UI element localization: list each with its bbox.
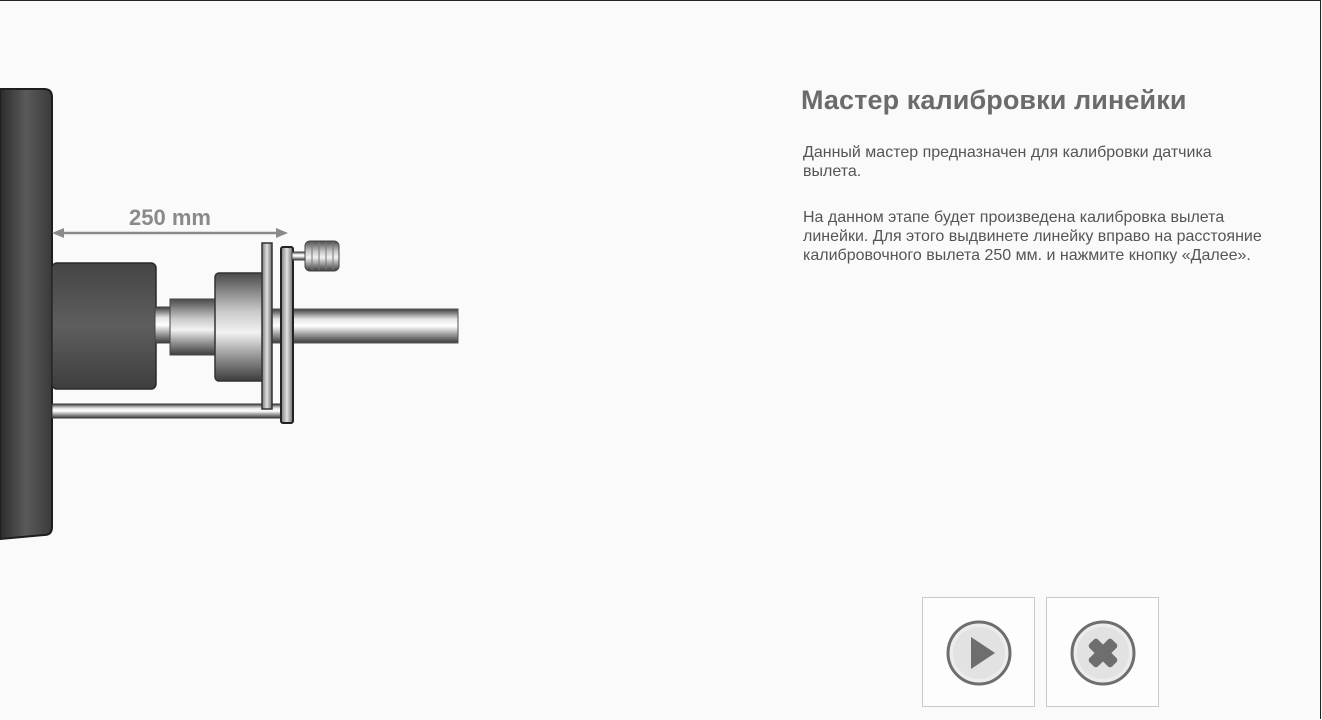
motor-block: [51, 262, 157, 390]
knob-stem: [291, 251, 307, 261]
play-icon: [946, 620, 1012, 686]
ruler-calibration-illustration: 250 mm: [0, 88, 459, 541]
wizard-description: Данный мастер предназначен для калибровк…: [803, 144, 1212, 180]
cancel-button[interactable]: [1046, 597, 1159, 707]
machine-body: [0, 88, 53, 541]
ruler-rod: [51, 403, 283, 419]
wizard-instructions: На данном этапе будет произведена калибр…: [803, 209, 1262, 264]
flange-inner: [261, 242, 273, 410]
distance-label: 250 mm: [129, 205, 211, 230]
close-icon: [1070, 620, 1136, 686]
calibration-wizard-screen: 250 mm Мастер калибровки линейки Данный …: [0, 0, 1321, 719]
knob: [304, 240, 340, 272]
wizard-title: Мастер калибровки линейки: [801, 85, 1187, 115]
shaft-collar: [169, 298, 219, 356]
flange-outer: [280, 246, 294, 424]
hub: [214, 272, 266, 382]
next-button[interactable]: [922, 597, 1035, 707]
